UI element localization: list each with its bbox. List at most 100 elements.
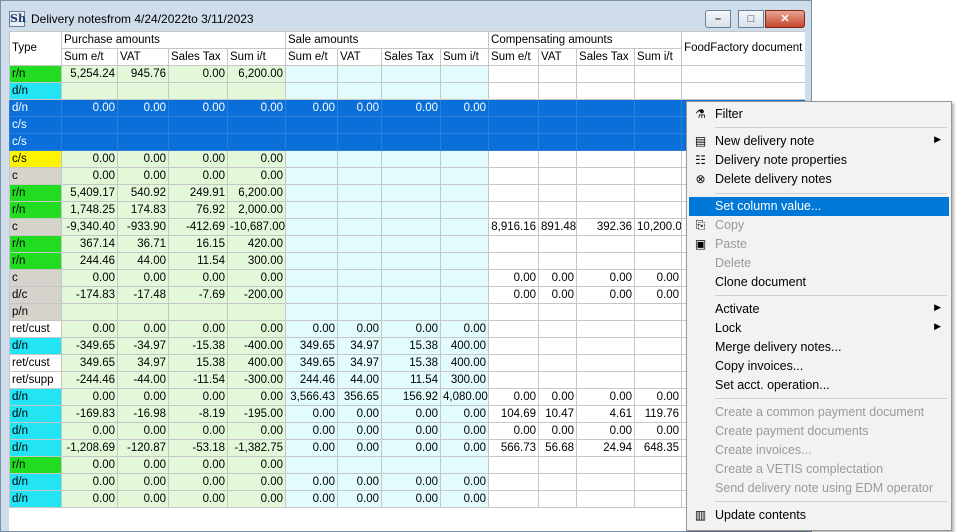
type-cell[interactable]: c/s (9, 133, 62, 151)
amount-cell[interactable] (117, 82, 169, 100)
amount-cell[interactable] (538, 490, 578, 508)
menu-item-paste[interactable]: ▣ Paste (689, 235, 949, 254)
amount-cell[interactable]: 300.00 (226, 252, 287, 270)
amount-cell[interactable] (634, 133, 683, 151)
amount-cell[interactable] (488, 201, 540, 219)
amount-cell[interactable]: 0.00 (285, 490, 339, 508)
amount-cell[interactable]: 8,916.16 (488, 218, 540, 236)
menu-item-set-column-value[interactable]: Set column value... (689, 197, 949, 216)
amount-cell[interactable] (576, 337, 636, 355)
amount-cell[interactable]: 0.00 (168, 99, 228, 117)
amount-cell[interactable]: 10,200.00 (634, 218, 683, 236)
amount-cell[interactable] (576, 490, 636, 508)
amount-cell[interactable]: 891.48 (538, 218, 578, 236)
amount-cell[interactable]: 0.00 (226, 150, 287, 168)
amount-cell[interactable]: -34.97 (117, 337, 169, 355)
amount-cell[interactable] (538, 82, 578, 100)
amount-cell[interactable] (576, 99, 636, 117)
amount-cell[interactable]: -44.00 (117, 371, 169, 389)
amount-cell[interactable]: 0.00 (168, 490, 228, 508)
amount-cell[interactable]: 0.00 (226, 320, 287, 338)
type-cell[interactable]: d/n (9, 490, 62, 508)
amount-cell[interactable] (488, 65, 540, 83)
amount-cell[interactable] (337, 150, 383, 168)
amount-cell[interactable]: 34.97 (337, 354, 383, 372)
amount-cell[interactable]: 0.00 (117, 150, 169, 168)
type-cell[interactable]: c (9, 269, 62, 287)
amount-cell[interactable] (576, 456, 636, 474)
type-cell[interactable]: r/n (9, 252, 62, 270)
amount-cell[interactable]: 349.65 (61, 354, 118, 372)
amount-cell[interactable]: 0.00 (168, 456, 228, 474)
amount-cell[interactable]: 34.97 (337, 337, 383, 355)
amount-cell[interactable] (285, 116, 339, 134)
amount-cell[interactable]: 156.92 (381, 388, 442, 406)
amount-cell[interactable] (337, 269, 383, 287)
menu-item-merge-delivery-notes[interactable]: Merge delivery notes... (689, 338, 949, 357)
amount-cell[interactable]: 367.14 (61, 235, 118, 253)
amount-cell[interactable] (488, 133, 540, 151)
type-cell[interactable]: d/n (9, 439, 62, 457)
amount-cell[interactable] (488, 473, 540, 491)
amount-cell[interactable] (440, 201, 490, 219)
menu-item-copy[interactable]: ⎘ Copy (689, 216, 949, 235)
amount-cell[interactable] (538, 337, 578, 355)
amount-cell[interactable] (440, 65, 490, 83)
amount-cell[interactable] (285, 456, 339, 474)
amount-cell[interactable]: 6,200.00 (226, 184, 287, 202)
amount-cell[interactable]: 0.00 (117, 388, 169, 406)
amount-cell[interactable] (488, 150, 540, 168)
amount-cell[interactable]: 244.46 (285, 371, 339, 389)
amount-cell[interactable] (538, 235, 578, 253)
amount-cell[interactable]: 4.61 (576, 405, 636, 423)
amount-cell[interactable]: 0.00 (168, 167, 228, 185)
amount-cell[interactable] (538, 252, 578, 270)
amount-cell[interactable]: 119.76 (634, 405, 683, 423)
amount-cell[interactable] (285, 150, 339, 168)
amount-cell[interactable]: 56.68 (538, 439, 578, 457)
amount-cell[interactable]: 0.00 (381, 422, 442, 440)
amount-cell[interactable] (488, 320, 540, 338)
minimize-button[interactable]: – (705, 10, 731, 28)
amount-cell[interactable] (488, 337, 540, 355)
amount-cell[interactable] (634, 235, 683, 253)
amount-cell[interactable]: 0.00 (226, 269, 287, 287)
amount-cell[interactable] (285, 286, 339, 304)
amount-cell[interactable] (576, 473, 636, 491)
title-bar[interactable]: Sh Delivery notesfrom 4/24/2022to 3/11/2… (1, 1, 811, 33)
amount-cell[interactable] (381, 218, 442, 236)
amount-cell[interactable]: 566.73 (488, 439, 540, 457)
amount-cell[interactable] (576, 184, 636, 202)
amount-cell[interactable]: 104.69 (488, 405, 540, 423)
amount-cell[interactable] (538, 133, 578, 151)
amount-cell[interactable] (381, 133, 442, 151)
amount-cell[interactable]: 0.00 (337, 99, 383, 117)
amount-cell[interactable]: 0.00 (117, 490, 169, 508)
amount-cell[interactable]: 244.46 (61, 252, 118, 270)
amount-cell[interactable]: 400.00 (440, 337, 490, 355)
amount-cell[interactable]: -15.38 (168, 337, 228, 355)
amount-cell[interactable] (440, 218, 490, 236)
amount-cell[interactable]: 0.00 (381, 99, 442, 117)
amount-cell[interactable]: 0.00 (61, 167, 118, 185)
type-cell[interactable]: c (9, 218, 62, 236)
amount-cell[interactable]: -7.69 (168, 286, 228, 304)
amount-cell[interactable]: 0.00 (440, 490, 490, 508)
amount-cell[interactable]: 4,080.00 (440, 388, 490, 406)
amount-cell[interactable] (538, 150, 578, 168)
amount-cell[interactable]: 0.00 (337, 473, 383, 491)
amount-cell[interactable] (337, 252, 383, 270)
amount-cell[interactable] (337, 116, 383, 134)
amount-cell[interactable] (381, 235, 442, 253)
amount-cell[interactable] (488, 235, 540, 253)
menu-item-delete-delivery-notes[interactable]: ⊗ Delete delivery notes (689, 170, 949, 189)
amount-cell[interactable] (381, 456, 442, 474)
menu-item-copy-invoices[interactable]: Copy invoices... (689, 357, 949, 376)
amount-cell[interactable]: 0.00 (488, 388, 540, 406)
amount-cell[interactable] (634, 65, 683, 83)
amount-cell[interactable] (634, 337, 683, 355)
amount-cell[interactable] (337, 235, 383, 253)
amount-cell[interactable] (226, 303, 287, 321)
amount-cell[interactable]: -400.00 (226, 337, 287, 355)
amount-cell[interactable]: 0.00 (285, 99, 339, 117)
